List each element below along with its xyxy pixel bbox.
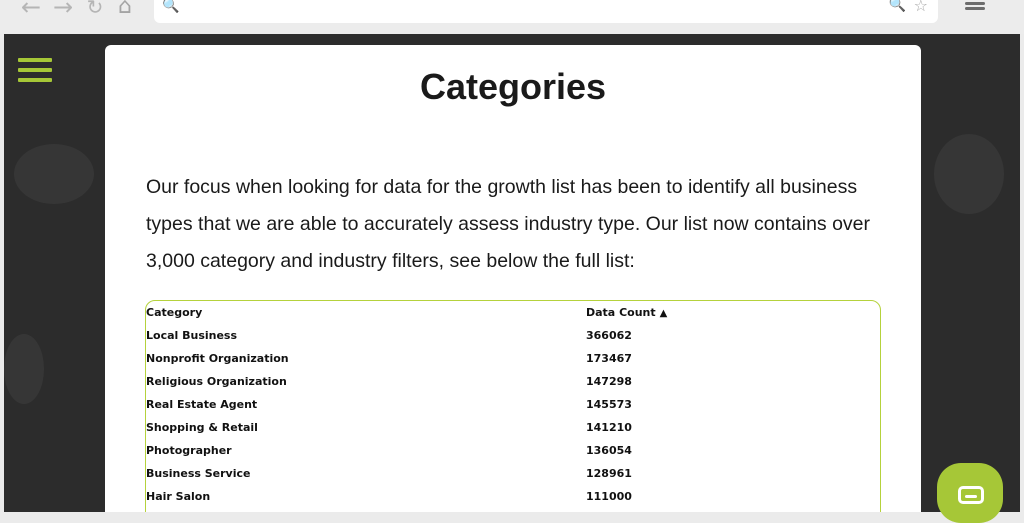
table-row: Photographer 136054 — [146, 439, 880, 462]
category-cell: Religious Organization — [146, 375, 287, 388]
browser-menu-icon[interactable] — [965, 0, 985, 14]
home-icon[interactable]: ⌂ — [112, 0, 138, 20]
data-count-cell: 141210 — [586, 421, 632, 434]
category-cell: Local Business — [146, 329, 238, 342]
column-header-data-count[interactable]: Data Count ▲ — [586, 306, 667, 319]
hamburger-menu-icon[interactable] — [18, 58, 52, 82]
category-cell: Shopping & Retail — [146, 421, 258, 434]
data-count-cell: 136054 — [586, 444, 632, 457]
table-row: Shopping & Retail 141210 — [146, 416, 880, 439]
category-cell: Photographer — [146, 444, 232, 457]
table-row: Local Business 366062 — [146, 324, 880, 347]
table-row: Business Service 128961 — [146, 462, 880, 485]
chat-widget-button[interactable] — [937, 463, 1003, 523]
table-header-row: Category Data Count ▲ — [146, 301, 880, 324]
address-bar[interactable]: 🔍 🔍 ☆ — [154, 0, 938, 23]
categories-card: Categories Our focus when looking for da… — [105, 45, 921, 512]
category-cell: Nonprofit Organization — [146, 352, 289, 365]
data-count-cell: 147298 — [586, 375, 632, 388]
table-row: Religious Organization 147298 — [146, 370, 880, 393]
page-title: Categories — [419, 66, 607, 107]
data-count-cell: 173467 — [586, 352, 632, 365]
map-landmass — [934, 134, 1004, 214]
intro-paragraph: Our focus when looking for data for the … — [146, 176, 871, 272]
page-background: Categories Our focus when looking for da… — [4, 34, 1020, 512]
forward-arrow-icon[interactable]: → — [50, 0, 76, 20]
column-header-category[interactable]: Category — [146, 306, 202, 319]
category-cell: Real Estate Agent — [146, 398, 258, 411]
data-count-cell: 145573 — [586, 398, 632, 411]
reload-icon[interactable]: ↻ — [82, 0, 108, 20]
sort-ascending-icon[interactable]: ▲ — [660, 308, 668, 319]
map-landmass — [4, 334, 44, 404]
table-row: Nonprofit Organization 173467 — [146, 347, 880, 370]
categories-table: Category Data Count ▲ Local Business 36606… — [145, 300, 881, 512]
bookmark-star-icon[interactable]: ☆ — [914, 0, 928, 15]
map-landmass — [14, 144, 94, 204]
back-arrow-icon[interactable]: ← — [18, 0, 44, 20]
column-header-label: Data Count — [586, 306, 656, 319]
browser-toolbar: ← → ↻ ⌂ 🔍 🔍 ☆ — [0, 0, 1024, 34]
chat-icon — [958, 486, 984, 504]
data-count-cell: 366062 — [586, 329, 632, 342]
data-count-cell: 128961 — [586, 467, 632, 480]
search-icon: 🔍 — [162, 0, 180, 14]
table-row: Real Estate Agent 145573 — [146, 393, 880, 416]
category-cell: Business Service — [146, 467, 251, 480]
data-count-cell: 111000 — [586, 490, 632, 503]
table-row: Hair Salon 111000 — [146, 485, 880, 508]
zoom-icon[interactable]: 🔍 — [889, 0, 906, 13]
category-cell: Hair Salon — [146, 490, 211, 503]
